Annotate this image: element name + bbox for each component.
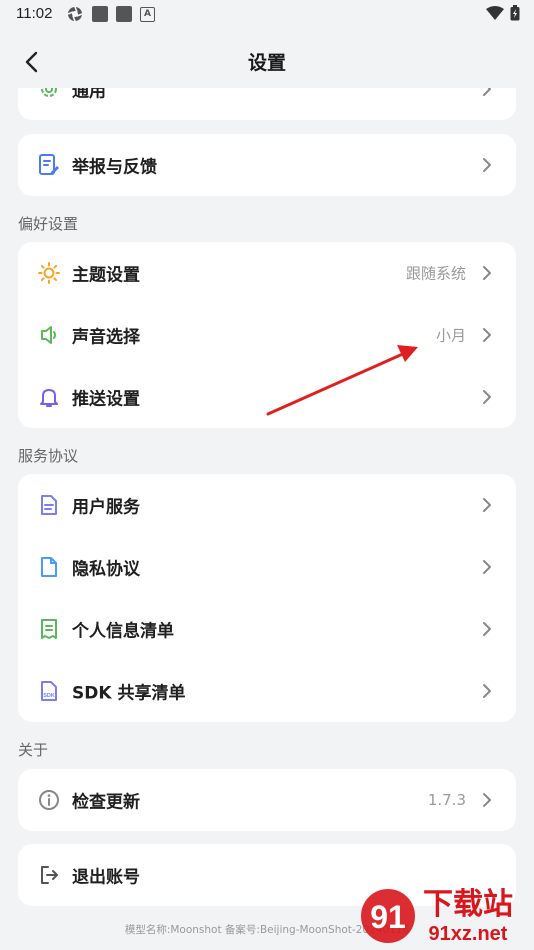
logout-icon: [41, 866, 58, 884]
user-service-row[interactable]: 用户服务: [18, 474, 516, 536]
general-label: 通用: [72, 88, 106, 102]
feedback-card: 举报与反馈: [18, 134, 516, 196]
chevron-right-icon: [483, 158, 491, 172]
general-card: 通用: [18, 88, 516, 120]
about-section-title: 关于: [18, 741, 49, 759]
file-icon: [41, 557, 57, 577]
watermark-logo-text: 91: [370, 899, 406, 935]
theme-setting-value: 跟随系统: [405, 264, 466, 283]
version-value: 1.7.3: [427, 791, 466, 809]
preferences-card: 主题设置 跟随系统 声音选择 小月 推送设置: [18, 242, 516, 428]
bell-icon: [40, 389, 58, 407]
chevron-right-icon: [483, 622, 491, 636]
check-update-label: 检查更新: [72, 792, 140, 813]
chevron-right-icon: [483, 390, 491, 404]
check-update-row[interactable]: 检查更新 1.7.3: [18, 769, 516, 831]
push-setting-label: 推送设置: [72, 389, 140, 410]
about-card: 检查更新 1.7.3: [18, 769, 516, 831]
page-title: 设置: [247, 52, 286, 74]
chevron-right-icon: [483, 560, 491, 574]
sdk-list-row[interactable]: SDK SDK 共享清单: [18, 660, 516, 722]
privacy-label: 隐私协议: [72, 559, 140, 580]
service-card: 用户服务 隐私协议 个人信息清单 SDK SDK 共享清单: [18, 474, 516, 722]
report-edit-icon: [39, 154, 59, 175]
personal-info-label: 个人信息清单: [72, 621, 174, 642]
general-row[interactable]: 通用: [18, 88, 516, 120]
user-service-label: 用户服务: [72, 497, 140, 518]
watermark-top-text: 下载站: [423, 887, 513, 922]
header: 设置: [0, 36, 534, 88]
theme-setting-row[interactable]: 主题设置 跟随系统: [18, 242, 516, 304]
feedback-label: 举报与反馈: [72, 157, 157, 178]
status-time: 11:02: [16, 5, 53, 22]
sdk-list-label: SDK 共享清单: [72, 683, 186, 704]
aperture-icon: [67, 6, 83, 22]
status-system-icons: [486, 5, 520, 21]
sdk-file-icon: SDK: [41, 681, 57, 701]
battery-icon: [510, 5, 520, 21]
chevron-right-icon: [483, 328, 491, 342]
status-notification-icons: A: [66, 5, 155, 23]
privacy-row[interactable]: 隐私协议: [18, 536, 516, 598]
document-icon: [41, 495, 57, 515]
wifi-icon: [486, 6, 504, 20]
notification-a-icon: A: [140, 6, 155, 22]
personal-info-row[interactable]: 个人信息清单: [18, 598, 516, 660]
logout-label: 退出账号: [72, 867, 140, 888]
chevron-right-icon: [483, 793, 491, 807]
status-bar: 11:02 A: [0, 0, 534, 28]
chevron-right-icon: [483, 88, 491, 96]
svg-text:SDK: SDK: [43, 693, 55, 699]
watermark-logo: 91 下载站 91xz.net: [361, 887, 513, 945]
gear-icon: [41, 88, 57, 97]
info-icon: [39, 790, 59, 810]
watermark-bottom-text: 91xz.net: [429, 923, 508, 945]
theme-setting-label: 主题设置: [72, 265, 140, 286]
service-section-title: 服务协议: [18, 447, 79, 465]
chevron-right-icon: [483, 266, 491, 280]
notification-square-icon: [92, 6, 108, 22]
notification-square-icon-2: [116, 6, 132, 22]
voice-selection-value: 小月: [435, 326, 466, 345]
voice-selection-row[interactable]: 声音选择 小月: [18, 304, 516, 366]
chevron-right-icon: [483, 498, 491, 512]
speaker-icon: [41, 326, 56, 344]
chevron-right-icon: [483, 684, 491, 698]
sun-icon: [38, 262, 60, 284]
preferences-section-title: 偏好设置: [18, 215, 79, 233]
push-setting-row[interactable]: 推送设置: [18, 366, 516, 428]
feedback-row[interactable]: 举报与反馈: [18, 134, 516, 196]
settings-list[interactable]: 通用 举报与反馈 偏好设置 主题设置 跟随系统 声音选择 小月 推送设置 服务协…: [0, 88, 534, 950]
receipt-icon: [41, 619, 57, 639]
voice-selection-label: 声音选择: [72, 327, 140, 348]
